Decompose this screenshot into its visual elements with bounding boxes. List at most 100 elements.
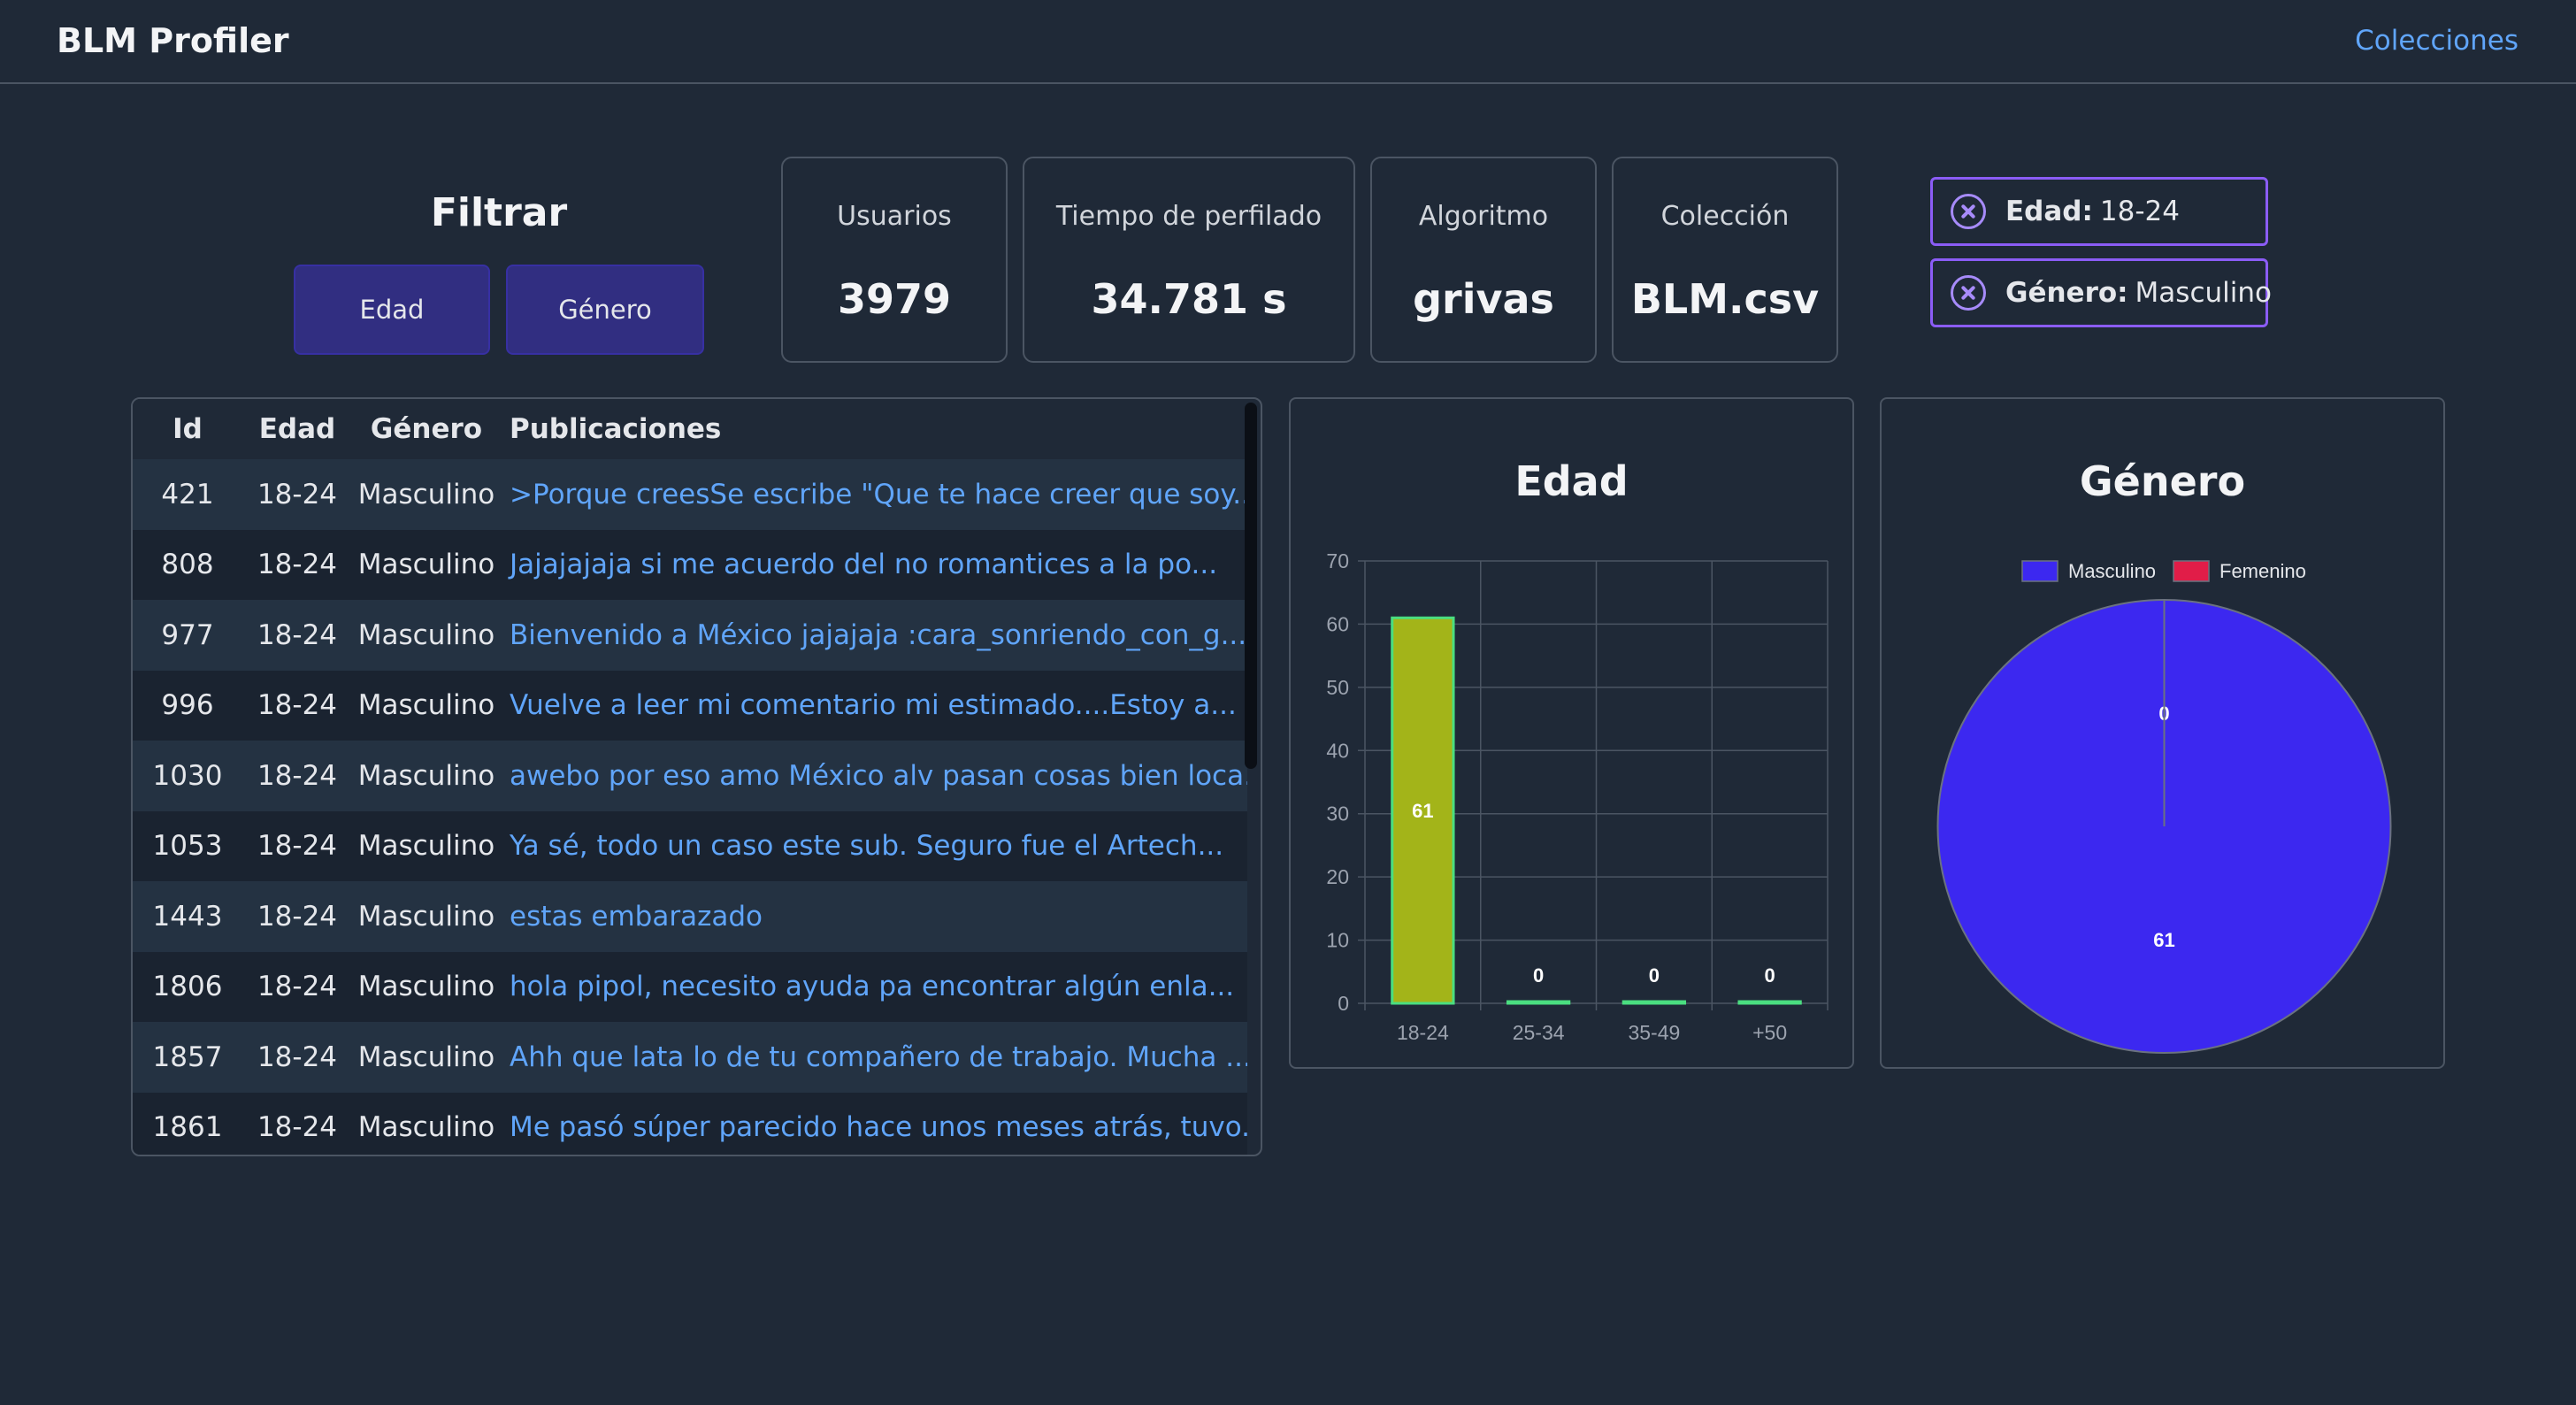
cell-age: 18-24 [242,670,352,741]
cell-id: 1030 [133,741,242,811]
y-tick-label: 70 [1326,549,1349,572]
cell-post[interactable]: awebo por eso amo México alv pasan cosas… [501,741,1247,811]
cell-id: 1053 [133,810,242,881]
x-tick-label: 18-24 [1397,1021,1449,1044]
cell-post[interactable]: hola pipol, necesito ayuda pa encontrar … [501,951,1247,1022]
table-row: 1857 18-24 Masculino Ahh que lata lo de tu … [133,1022,1247,1093]
y-tick-label: 60 [1326,612,1349,635]
data-label: 0 [1649,964,1660,987]
cell-post[interactable]: estas embarazado [501,881,1247,952]
cell-post[interactable]: Ahh que lata lo de tu compañero de traba… [501,1022,1247,1093]
stat-label: Tiempo de perfilado [1055,201,1322,232]
cell-age: 18-24 [242,600,352,671]
cell-gender: Masculino [352,600,501,671]
stat-label: Colección [1660,201,1790,232]
table-scrollbar[interactable] [1245,403,1257,769]
stat-label: Algoritmo [1418,201,1549,232]
cell-gender: Masculino [352,670,501,741]
column-header-id[interactable]: Id [133,399,242,459]
cell-id: 1861 [133,1092,242,1155]
age-bar-chart: 0 10 20 30 40 50 60 70 61 18-24 0 25-34 0 35-49 0 +50 [1326,549,1828,1044]
table-row: 421 18-24 Masculino >Porque creesSe escribe… [133,459,1247,530]
gender-chart-card: Género MasculinoFemenino610 [1880,397,2445,1069]
table-row: 1806 18-24 Masculino hola pipol, necesito a… [133,951,1247,1022]
cell-age: 18-24 [242,810,352,881]
cell-post[interactable]: >Porque creesSe escribe "Que te hace cre… [501,459,1247,530]
filter-age-button[interactable]: Edad [294,265,490,355]
cell-age: 18-24 [242,1022,352,1093]
table-row: 1861 18-24 Masculino Me pasó súper parecido… [133,1092,1247,1155]
y-tick-label: 30 [1326,802,1349,825]
data-label: 61 [2153,929,2174,951]
app-title[interactable]: BLM Profiler [57,21,289,60]
cell-gender: Masculino [352,1092,501,1155]
cell-gender: Masculino [352,459,501,530]
users-table: Id Edad Género Publicaciones 421 18-24 Mas… [133,399,1247,1155]
filter-gender-button[interactable]: Género [506,265,704,355]
chip-key: Género: [2005,277,2128,309]
y-tick-label: 50 [1326,676,1349,699]
stat-card-collection: Colección BLM.csv [1612,157,1838,363]
stat-value: 3979 [837,275,952,323]
cell-post[interactable]: Jajajajaja si me acuerdo del no romantic… [501,529,1247,600]
data-label: 61 [1412,800,1433,822]
stat-card-algorithm: Algoritmo grivas [1370,157,1597,363]
table-row: 1030 18-24 Masculino awebo por eso amo Méxi… [133,741,1247,811]
table-row: 808 18-24 Masculino Jajajajaja si me acuerd… [133,529,1247,600]
active-filter-gender-chip: Género: Masculino [1930,258,2272,327]
y-tick-label: 40 [1326,739,1349,762]
stat-value: 34.781 s [1091,275,1287,323]
filter-title: Filtrar [430,190,568,235]
cell-age: 18-24 [242,951,352,1022]
column-header-age[interactable]: Edad [242,399,352,459]
legend-swatch [2173,560,2210,582]
cell-id: 996 [133,670,242,741]
cell-age: 18-24 [242,741,352,811]
chip-value: 18-24 [2099,196,2180,227]
stat-card-profiling-time: Tiempo de perfilado 34.781 s [1023,157,1355,363]
bar [1622,1000,1687,1005]
gender-pie-chart: MasculinoFemenino610 [1936,560,2392,1054]
table-header-row: Id Edad Género Publicaciones [133,399,1247,459]
bar [1506,1000,1571,1005]
cell-gender: Masculino [352,810,501,881]
y-tick-label: 10 [1326,929,1349,952]
cell-id: 1806 [133,951,242,1022]
table-row: 996 18-24 Masculino Vuelve a leer mi coment… [133,670,1247,741]
close-circle-icon[interactable] [1951,275,1986,311]
cell-id: 421 [133,459,242,530]
cell-id: 808 [133,529,242,600]
cell-age: 18-24 [242,459,352,530]
legend-label: Masculino [2068,560,2156,582]
cell-post[interactable]: Ya sé, todo un caso este sub. Seguro fue… [501,810,1247,881]
cell-age: 18-24 [242,1092,352,1155]
stat-value: grivas [1413,275,1554,323]
column-header-posts[interactable]: Publicaciones [501,399,1247,459]
cell-gender: Masculino [352,951,501,1022]
cell-post[interactable]: Me pasó súper parecido hace unos meses a… [501,1092,1247,1155]
legend-label: Femenino [2220,560,2306,582]
collections-link[interactable]: Colecciones [2355,25,2518,57]
table-row: 1053 18-24 Masculino Ya sé, todo un caso es… [133,810,1247,881]
cell-gender: Masculino [352,529,501,600]
close-circle-icon[interactable] [1951,194,1986,229]
x-tick-label: +50 [1752,1021,1787,1044]
cell-post[interactable]: Vuelve a leer mi comentario mi estimado.… [501,670,1247,741]
cell-id: 977 [133,600,242,671]
x-tick-label: 35-49 [1628,1021,1680,1044]
cell-gender: Masculino [352,741,501,811]
cell-age: 18-24 [242,881,352,952]
data-label: 0 [1533,964,1544,987]
legend-swatch [2021,560,2058,582]
cell-id: 1443 [133,881,242,952]
chip-key: Edad: [2005,196,2093,227]
column-header-gender[interactable]: Género [352,399,501,459]
bar [1737,1000,1802,1005]
stat-label: Usuarios [837,201,952,232]
table-row: 977 18-24 Masculino Bienvenido a México jaj… [133,600,1247,671]
cell-post[interactable]: Bienvenido a México jajajaja :cara_sonri… [501,600,1247,671]
age-chart-card: Edad 0 10 20 30 40 50 60 70 61 18-24 0 25-34 0 35-49 0… [1289,397,1854,1069]
y-tick-label: 0 [1338,992,1349,1015]
top-navbar: BLM Profiler Colecciones [0,0,2576,84]
chip-value: Masculino [2135,277,2272,309]
